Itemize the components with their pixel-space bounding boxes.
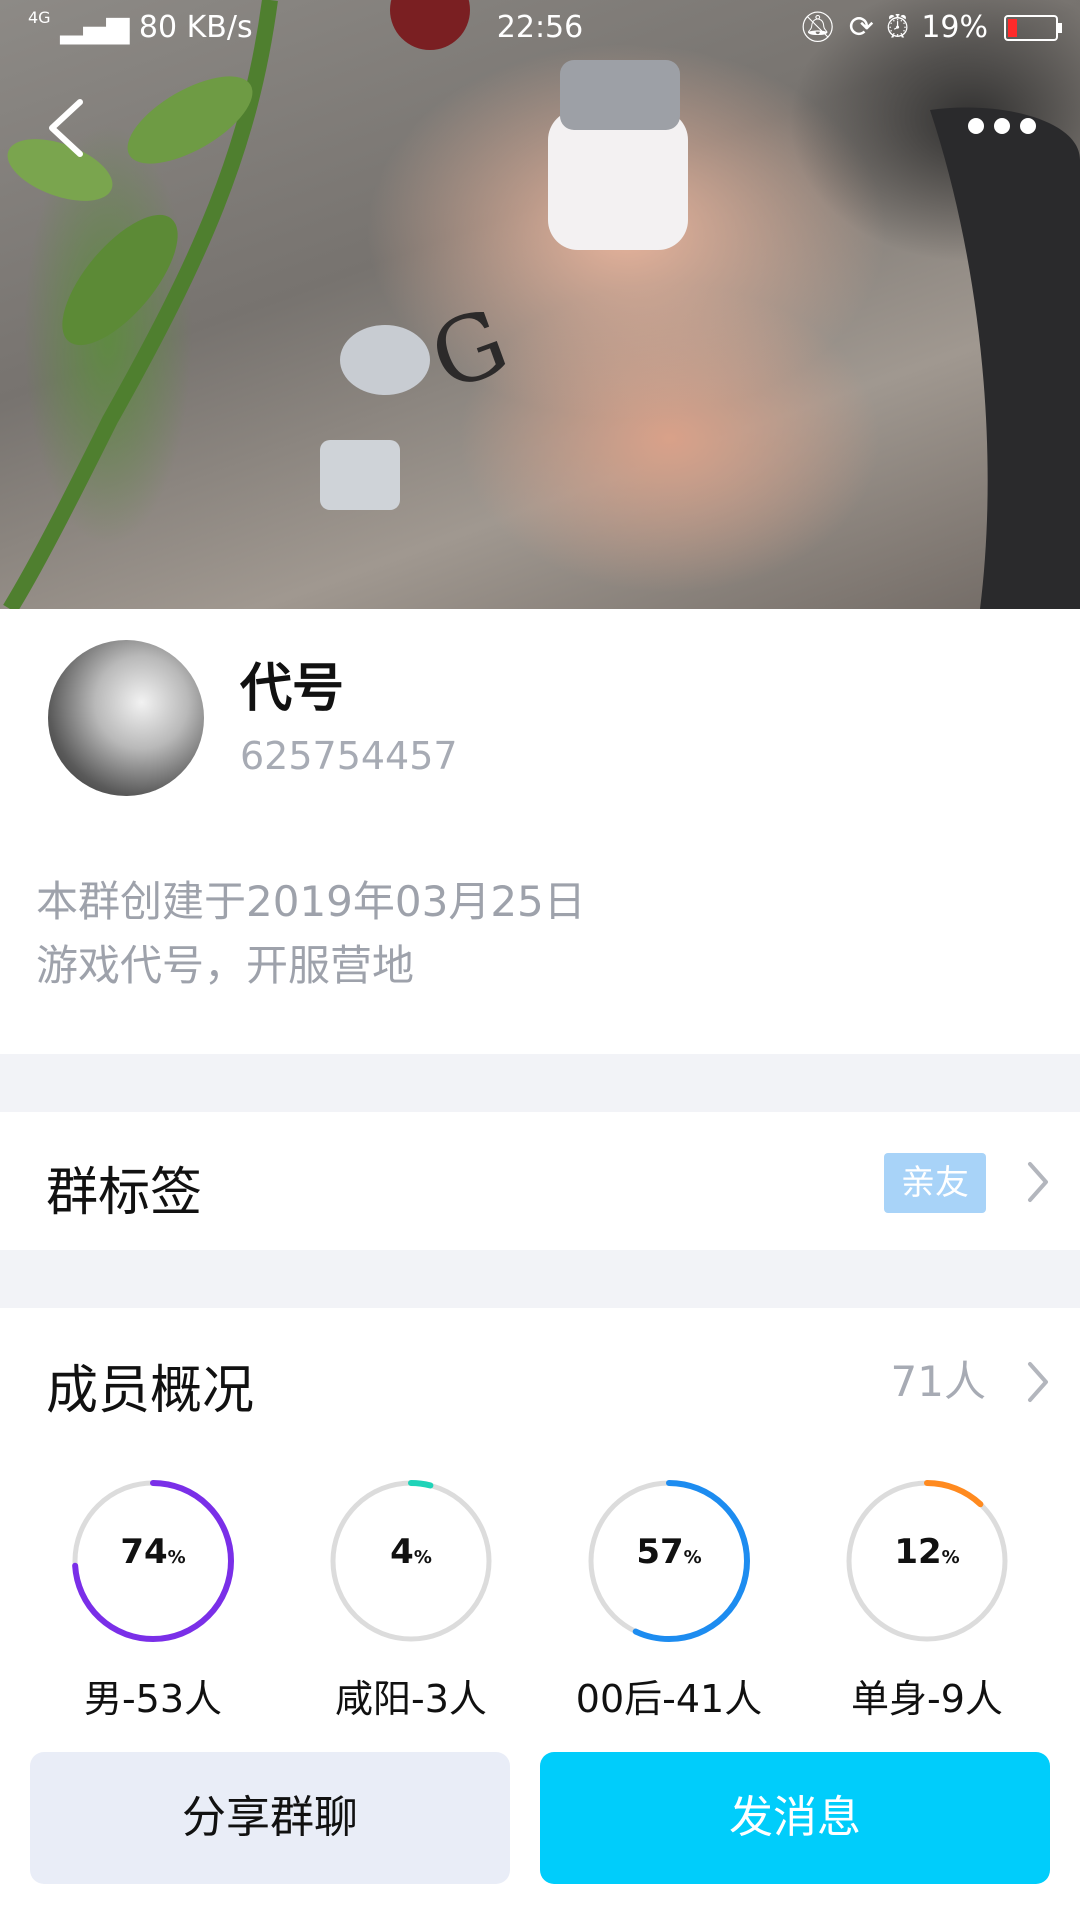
stat-single[interactable]: 12% 单身-9人 bbox=[798, 1476, 1056, 1723]
section-divider bbox=[0, 1054, 1080, 1112]
group-id: 625754457 bbox=[240, 734, 458, 778]
chevron-right-icon bbox=[1028, 1362, 1048, 1402]
stat-percent: 4% bbox=[390, 1532, 432, 1572]
stat-percent: 57% bbox=[636, 1532, 702, 1572]
chevron-left-icon bbox=[49, 99, 83, 157]
share-group-button[interactable]: 分享群聊 bbox=[30, 1752, 510, 1884]
member-overview-title: 成员概况 bbox=[46, 1361, 255, 1421]
group-avatar[interactable] bbox=[48, 640, 204, 796]
stat-region[interactable]: 4% 咸阳-3人 bbox=[282, 1476, 540, 1723]
more-dot bbox=[994, 118, 1010, 134]
group-intro: 游戏代号，开服营地 bbox=[36, 941, 415, 990]
send-message-button[interactable]: 发消息 bbox=[540, 1752, 1050, 1884]
status-icons: 🔕︎ ⟳ ⏰︎ 19% bbox=[798, 0, 1062, 56]
alarm-icon: ⏰︎ bbox=[885, 10, 910, 45]
section-divider bbox=[0, 1250, 1080, 1308]
group-created-date: 本群创建于2019年03月25日 bbox=[36, 877, 586, 926]
mute-icon: 🔕︎ bbox=[798, 10, 837, 45]
chevron-right-icon bbox=[1028, 1162, 1048, 1202]
stat-label: 单身-9人 bbox=[851, 1677, 1003, 1721]
battery-percent: 19% bbox=[921, 10, 988, 45]
back-button[interactable] bbox=[44, 96, 92, 160]
group-name: 代号 bbox=[240, 659, 345, 719]
group-cover-image: G 4G ▂▄▆ 80 KB/s 22:56 🔕︎ ⟳ ⏰︎ 19% bbox=[0, 0, 1080, 609]
more-button[interactable] bbox=[968, 112, 1044, 140]
member-count: 71人 bbox=[890, 1357, 986, 1406]
battery-icon bbox=[1004, 15, 1062, 41]
group-description: 本群创建于2019年03月25日 游戏代号，开服营地 bbox=[36, 870, 586, 998]
group-tags-title: 群标签 bbox=[46, 1163, 203, 1223]
stat-gender[interactable]: 74% 男-53人 bbox=[24, 1476, 282, 1723]
stat-percent: 74% bbox=[120, 1532, 186, 1572]
status-bar: 4G ▂▄▆ 80 KB/s 22:56 🔕︎ ⟳ ⏰︎ 19% bbox=[0, 0, 1080, 56]
more-dot bbox=[1020, 118, 1036, 134]
group-tag-badge: 亲友 bbox=[884, 1153, 986, 1213]
cover-photo-illustration: G bbox=[3, 0, 1080, 609]
stat-age[interactable]: 57% 00后-41人 bbox=[540, 1476, 798, 1723]
lock-rotation-icon: ⟳ bbox=[848, 10, 874, 45]
member-stats: 74% 男-53人 4% 咸阳-3人 57% 00后-41人 12% 单身-9人 bbox=[0, 1476, 1080, 1721]
svg-text:G: G bbox=[418, 289, 521, 412]
more-dots-icon bbox=[968, 118, 984, 134]
stat-percent: 12% bbox=[894, 1532, 960, 1572]
stat-label: 00后-41人 bbox=[575, 1677, 763, 1721]
stat-label: 咸阳-3人 bbox=[335, 1677, 487, 1721]
stat-label: 男-53人 bbox=[83, 1677, 223, 1721]
